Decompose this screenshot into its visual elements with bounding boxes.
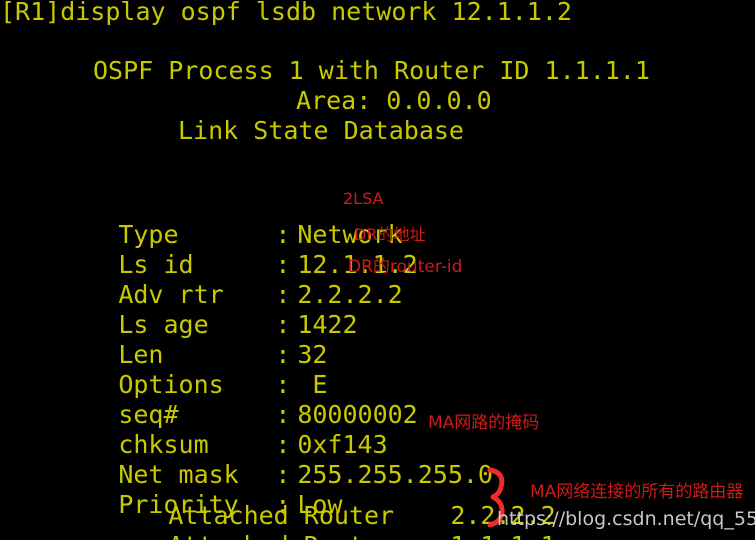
attached-router-list: Attached Router2.2.2.2 Attached Router1.… (78, 471, 555, 540)
lsa-field-value: 32 (297, 340, 328, 369)
annotation-net-mask: MA网路的掩码 (428, 413, 540, 433)
lsa-field-colon: : (275, 280, 291, 309)
annotation-attached-routers: MA网络连接的所有的路由器 (530, 482, 744, 502)
lsa-field-colon: : (275, 220, 291, 249)
lsa-field-key: Len (118, 340, 164, 369)
lsa-field-value: 0xf143 (297, 430, 388, 459)
lsa-field-value: 80000002 (297, 400, 418, 429)
lsa-field-colon: : (275, 250, 291, 279)
lsa-field-key: chksum (118, 430, 209, 459)
annotation-adv-rtr: DR的router-id (348, 257, 463, 277)
lsa-field-value: 1422 (297, 310, 358, 339)
attached-router-value: 1.1.1.1 (450, 531, 555, 540)
lsa-field-value: E (297, 370, 328, 399)
attached-router-label: Attached Router (168, 501, 395, 530)
link-state-database-header: Link State Database (178, 116, 464, 145)
lsa-field-key: Type (118, 220, 179, 249)
lsa-field-key: Adv rtr (118, 280, 224, 309)
lsa-field-colon: : (275, 340, 291, 369)
annotation-ls-id: DR的地址 (354, 225, 426, 244)
ospf-process-header: OSPF Process 1 with Router ID 1.1.1.1 (93, 56, 650, 85)
lsa-row: Type: Network (28, 190, 493, 249)
terminal-screen: [R1]display ospf lsdb network 12.1.1.2 O… (0, 0, 755, 540)
ospf-area-header: Area: 0.0.0.0 (296, 86, 492, 115)
lsa-field-colon: : (275, 370, 291, 399)
watermark-url: https://blog.csdn.net/qq_55803921 (497, 508, 755, 530)
lsa-field-value: 2.2.2.2 (297, 280, 403, 309)
lsa-field-colon: : (275, 430, 291, 459)
annotation-lsa-type: 2LSA (343, 189, 384, 208)
attached-router-row: Attached Router 2.2.2.2 (78, 471, 555, 530)
lsa-field-key: Ls age (118, 310, 209, 339)
lsa-field-key: seq# (118, 400, 179, 429)
attached-router-label: Attached Router (168, 531, 450, 540)
lsa-field-key: Options (118, 370, 224, 399)
command-line: [R1]display ospf lsdb network 12.1.1.2 (0, 0, 572, 26)
lsa-field-colon: : (275, 310, 291, 339)
lsa-field-colon: : (275, 400, 291, 429)
lsa-field-key: Ls id (118, 250, 194, 279)
